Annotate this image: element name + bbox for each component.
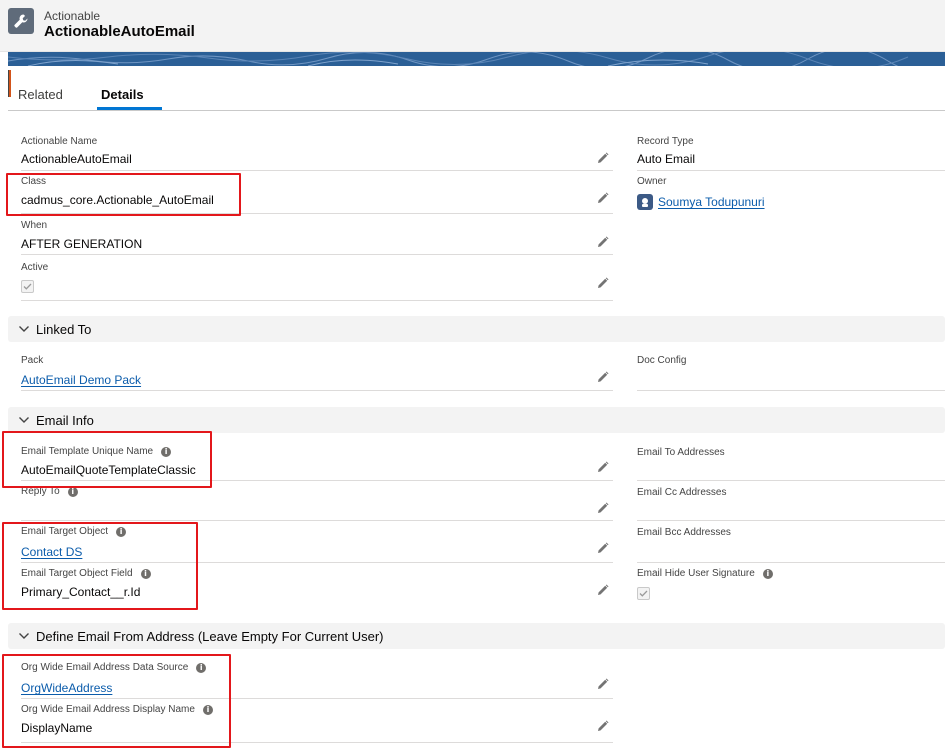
field-divider xyxy=(637,562,945,563)
page-title: ActionableAutoEmail xyxy=(44,23,195,40)
field-divider xyxy=(637,170,945,171)
section-title: Linked To xyxy=(36,322,92,337)
field-divider xyxy=(637,480,945,481)
object-type-label: Actionable xyxy=(44,9,101,23)
section-define-email-from[interactable]: Define Email From Address (Leave Empty F… xyxy=(8,623,945,649)
highlight-box-class xyxy=(6,173,241,216)
field-pack: Pack AutoEmail Demo Pack xyxy=(8,353,613,391)
field-divider xyxy=(21,170,613,171)
pencil-icon[interactable] xyxy=(597,192,609,204)
field-divider xyxy=(637,390,945,391)
pencil-icon[interactable] xyxy=(597,584,609,596)
field-label: When xyxy=(21,220,48,231)
field-label: Owner xyxy=(637,176,667,187)
field-label: Record Type xyxy=(637,136,694,147)
section-title: Email Info xyxy=(36,413,94,428)
chevron-down-icon xyxy=(19,417,29,423)
field-value: ActionableAutoEmail xyxy=(21,152,132,166)
info-icon[interactable]: i xyxy=(67,486,78,497)
field-email-bcc-addresses: Email Bcc Addresses xyxy=(624,524,945,564)
avatar xyxy=(637,194,653,210)
chevron-down-icon xyxy=(19,633,29,639)
field-active: Active xyxy=(8,259,613,301)
section-linked-to[interactable]: Linked To xyxy=(8,316,945,342)
field-email-hide-user-signature: Email Hide User Signature i xyxy=(624,566,945,606)
field-record-type: Record Type Auto Email xyxy=(624,134,945,172)
field-label: Pack xyxy=(21,355,44,366)
field-label: Email Hide User Signature i xyxy=(637,568,773,579)
pencil-icon[interactable] xyxy=(597,152,609,164)
field-email-to-addresses: Email To Addresses xyxy=(624,444,945,482)
field-divider xyxy=(21,390,613,391)
field-reply-to: Reply To i xyxy=(8,484,613,522)
field-label: Actionable Name xyxy=(21,136,98,147)
field-email-cc-addresses: Email Cc Addresses xyxy=(624,484,945,522)
pencil-icon[interactable] xyxy=(597,678,609,690)
tab-related[interactable]: Related xyxy=(18,87,63,102)
active-tab-indicator xyxy=(97,107,162,110)
field-label: Email To Addresses xyxy=(637,447,725,458)
field-label: Doc Config xyxy=(637,355,687,366)
field-divider xyxy=(21,300,613,301)
field-divider xyxy=(21,254,613,255)
field-divider xyxy=(637,520,945,521)
section-title: Define Email From Address (Leave Empty F… xyxy=(36,629,384,644)
field-label-text: Email Hide User Signature xyxy=(637,568,755,579)
highlight-box-email-target xyxy=(2,522,198,610)
field-label: Email Bcc Addresses xyxy=(637,527,731,538)
highlight-box-org-wide xyxy=(2,654,231,748)
hide-signature-checkbox xyxy=(637,587,650,600)
field-owner: Owner Soumya Todupunuri xyxy=(624,174,945,214)
field-label: Email Cc Addresses xyxy=(637,487,727,498)
pencil-icon[interactable] xyxy=(597,542,609,554)
tab-bar: Related Details xyxy=(8,84,945,111)
field-label: Active xyxy=(21,262,49,273)
pack-link[interactable]: AutoEmail Demo Pack xyxy=(21,373,141,387)
pencil-icon[interactable] xyxy=(597,461,609,473)
field-doc-config: Doc Config xyxy=(624,353,945,391)
pencil-icon[interactable] xyxy=(597,236,609,248)
highlight-box-email-template xyxy=(2,431,212,488)
owner-link[interactable]: Soumya Todupunuri xyxy=(658,195,765,209)
field-when: When AFTER GENERATION xyxy=(8,218,613,256)
pencil-icon[interactable] xyxy=(597,502,609,514)
section-email-info[interactable]: Email Info xyxy=(8,407,945,433)
pencil-icon[interactable] xyxy=(597,720,609,732)
pencil-icon[interactable] xyxy=(597,371,609,383)
info-icon[interactable]: i xyxy=(762,568,773,579)
field-value: Auto Email xyxy=(637,152,696,166)
field-actionable-name: Actionable Name ActionableAutoEmail xyxy=(8,134,613,172)
chevron-down-icon xyxy=(19,326,29,332)
tab-details[interactable]: Details xyxy=(101,87,144,102)
pencil-icon[interactable] xyxy=(597,277,609,289)
record-header: Actionable ActionableAutoEmail xyxy=(0,0,945,52)
wrench-icon xyxy=(8,8,34,34)
field-divider xyxy=(21,520,613,521)
active-checkbox xyxy=(21,280,34,293)
header-banner xyxy=(8,52,945,66)
field-value: AFTER GENERATION xyxy=(21,237,143,251)
